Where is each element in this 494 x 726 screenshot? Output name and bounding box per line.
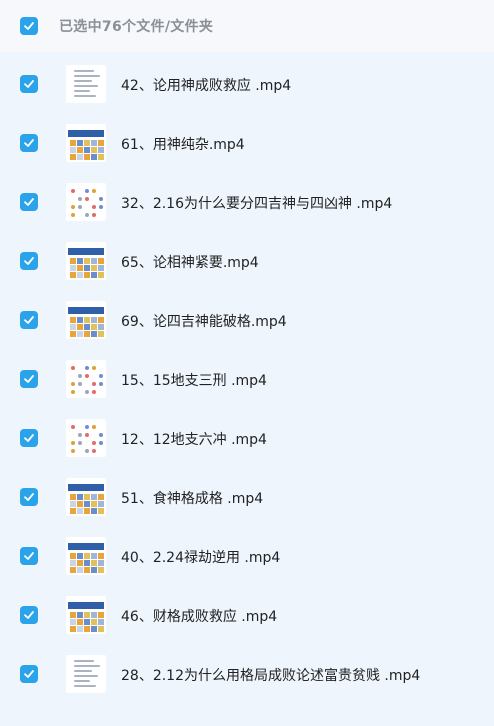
- check-icon: [24, 611, 34, 619]
- video-thumbnail[interactable]: [66, 478, 106, 516]
- selection-header: 已选中76个文件/文件夹: [0, 0, 494, 52]
- file-row[interactable]: 12、12地支六冲 .mp4: [0, 409, 494, 468]
- file-name[interactable]: 28、2.12为什么用格局成败论述富贵贫贱 .mp4: [121, 665, 420, 685]
- file-checkbox[interactable]: [20, 665, 38, 683]
- file-checkbox[interactable]: [20, 252, 38, 270]
- video-thumbnail[interactable]: [66, 65, 106, 103]
- file-checkbox[interactable]: [20, 193, 38, 211]
- check-icon: [24, 257, 34, 265]
- file-checkbox[interactable]: [20, 429, 38, 447]
- file-checkbox[interactable]: [20, 370, 38, 388]
- video-thumbnail[interactable]: [66, 301, 106, 339]
- file-row[interactable]: 65、论相神紧要.mp4: [0, 232, 494, 291]
- video-thumbnail[interactable]: [66, 596, 106, 634]
- check-icon: [24, 434, 34, 442]
- file-checkbox[interactable]: [20, 488, 38, 506]
- check-icon: [24, 22, 34, 30]
- video-thumbnail[interactable]: [66, 242, 106, 280]
- file-row[interactable]: 28、2.12为什么用格局成败论述富贵贫贱 .mp4: [0, 645, 494, 704]
- file-name[interactable]: 15、15地支三刑 .mp4: [121, 370, 267, 390]
- file-row[interactable]: 61、用神纯杂.mp4: [0, 114, 494, 173]
- file-name[interactable]: 40、2.24禄劫逆用 .mp4: [121, 547, 280, 567]
- video-thumbnail[interactable]: [66, 537, 106, 575]
- file-list: 42、论用神成败救应 .mp4 61、用神纯杂.mp4 32、2.16为什么要分四吉…: [0, 55, 494, 704]
- file-checkbox[interactable]: [20, 311, 38, 329]
- file-name[interactable]: 61、用神纯杂.mp4: [121, 134, 245, 154]
- check-icon: [24, 670, 34, 678]
- check-icon: [24, 375, 34, 383]
- file-name[interactable]: 65、论相神紧要.mp4: [121, 252, 259, 272]
- file-checkbox[interactable]: [20, 134, 38, 152]
- file-row[interactable]: 51、食神格成格 .mp4: [0, 468, 494, 527]
- file-checkbox[interactable]: [20, 547, 38, 565]
- video-thumbnail[interactable]: [66, 419, 106, 457]
- video-thumbnail[interactable]: [66, 655, 106, 693]
- video-thumbnail[interactable]: [66, 124, 106, 162]
- check-icon: [24, 552, 34, 560]
- file-name[interactable]: 69、论四吉神能破格.mp4: [121, 311, 287, 331]
- file-name[interactable]: 46、财格成败救应 .mp4: [121, 606, 277, 626]
- file-row[interactable]: 69、论四吉神能破格.mp4: [0, 291, 494, 350]
- file-row[interactable]: 46、财格成败救应 .mp4: [0, 586, 494, 645]
- file-name[interactable]: 12、12地支六冲 .mp4: [121, 429, 267, 449]
- file-row[interactable]: 32、2.16为什么要分四吉神与四凶神 .mp4: [0, 173, 494, 232]
- file-checkbox[interactable]: [20, 606, 38, 624]
- file-name[interactable]: 42、论用神成败救应 .mp4: [121, 75, 291, 95]
- check-icon: [24, 198, 34, 206]
- selection-count-text: 已选中76个文件/文件夹: [59, 19, 214, 35]
- file-name[interactable]: 51、食神格成格 .mp4: [121, 488, 263, 508]
- video-thumbnail[interactable]: [66, 360, 106, 398]
- video-thumbnail[interactable]: [66, 183, 106, 221]
- file-name[interactable]: 32、2.16为什么要分四吉神与四凶神 .mp4: [121, 193, 392, 213]
- file-row[interactable]: 42、论用神成败救应 .mp4: [0, 55, 494, 114]
- file-row[interactable]: 15、15地支三刑 .mp4: [0, 350, 494, 409]
- file-row[interactable]: 40、2.24禄劫逆用 .mp4: [0, 527, 494, 586]
- check-icon: [24, 493, 34, 501]
- check-icon: [24, 139, 34, 147]
- file-checkbox[interactable]: [20, 75, 38, 93]
- check-icon: [24, 316, 34, 324]
- select-all-checkbox[interactable]: [20, 17, 38, 35]
- check-icon: [24, 80, 34, 88]
